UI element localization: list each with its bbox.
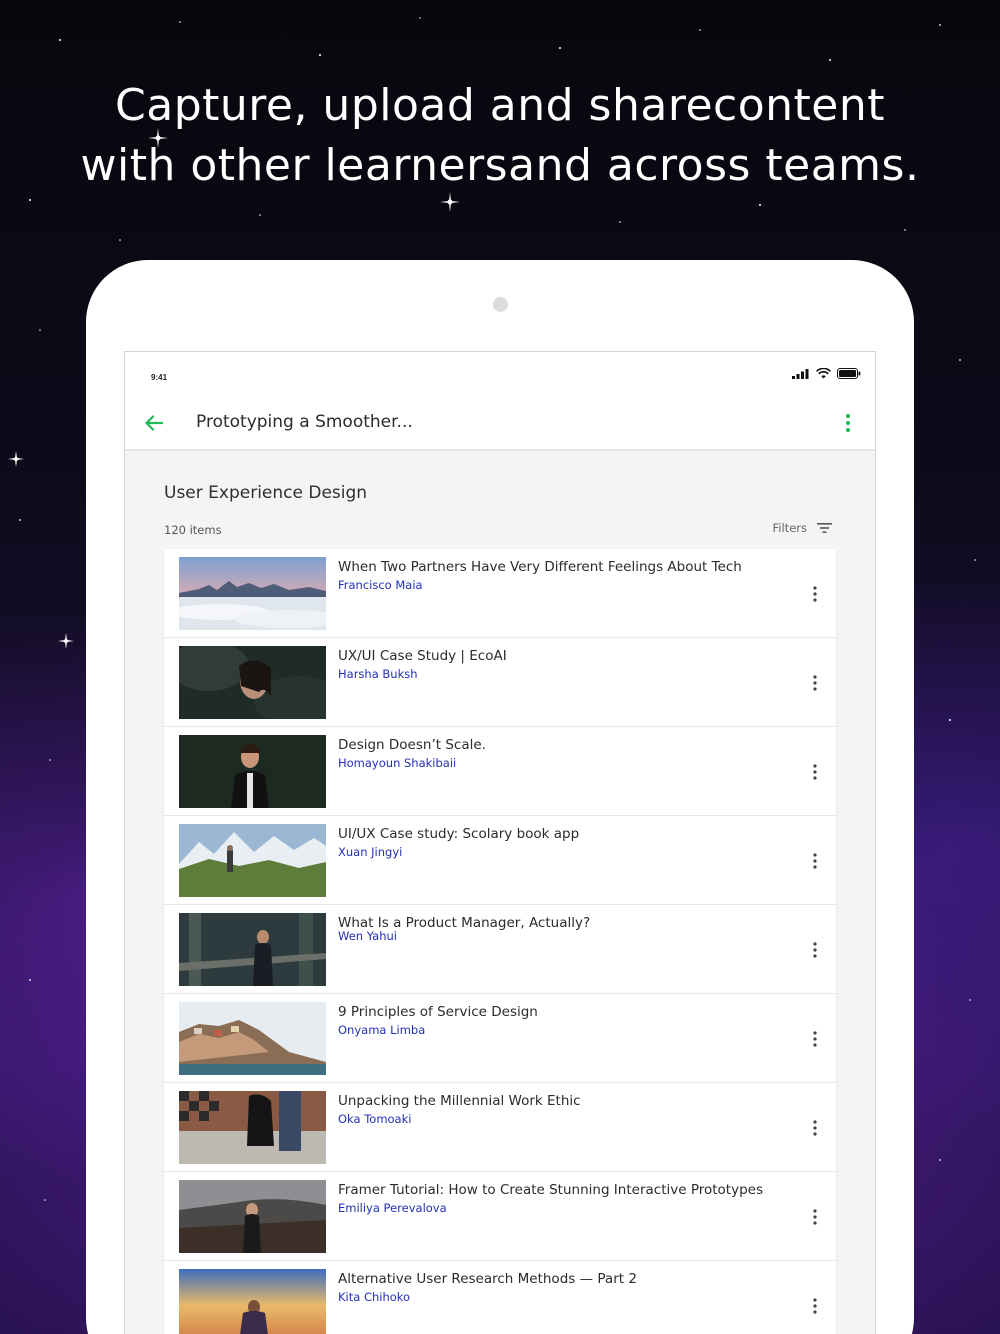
item-author[interactable]: Wen Yahui <box>338 929 397 943</box>
status-bar: 9:41 <box>125 352 875 400</box>
item-title: Alternative User Research Methods — Part… <box>338 1271 637 1287</box>
list-item[interactable]: Design Doesn’t Scale. Homayoun Shakibaii <box>164 727 836 816</box>
item-title: 9 Principles of Service Design <box>338 1004 538 1020</box>
content-list: When Two Partners Have Very Different Fe… <box>164 549 836 1334</box>
filters-label: Filters <box>772 521 807 535</box>
signal-icon <box>792 368 809 379</box>
item-title: Framer Tutorial: How to Create Stunning … <box>338 1182 763 1198</box>
tablet-frame: 9:41 Prototyping a Smoother... User Expe… <box>86 260 914 1334</box>
item-author[interactable]: Emiliya Perevalova <box>338 1201 447 1215</box>
section-title: User Experience Design <box>164 483 368 503</box>
item-thumbnail <box>179 1002 326 1075</box>
item-more-options-icon[interactable] <box>812 941 818 959</box>
item-title: UI/UX Case study: Scolary book app <box>338 826 580 842</box>
app-bar: Prototyping a Smoother... <box>125 400 875 450</box>
item-more-options-icon[interactable] <box>812 852 818 870</box>
item-thumbnail <box>179 913 326 986</box>
item-thumbnail <box>179 646 326 719</box>
page-title: Prototyping a Smoother... <box>196 412 413 432</box>
headline-line-2: with other learnersand across teams. <box>80 140 920 191</box>
item-more-options-icon[interactable] <box>812 585 818 603</box>
list-meta-row: 120 items Filters <box>164 519 836 543</box>
item-title: Unpacking the Millennial Work Ethic <box>338 1093 581 1109</box>
item-more-options-icon[interactable] <box>812 1297 818 1315</box>
item-more-options-icon[interactable] <box>812 674 818 692</box>
filter-icon <box>817 523 832 533</box>
marketing-headline: Capture, upload and sharecontent with ot… <box>0 76 1000 196</box>
item-count: 120 items <box>164 523 222 537</box>
item-more-options-icon[interactable] <box>812 1208 818 1226</box>
wifi-icon <box>816 368 831 379</box>
list-item[interactable]: Unpacking the Millennial Work Ethic Oka … <box>164 1083 836 1172</box>
item-more-options-icon[interactable] <box>812 1030 818 1048</box>
item-thumbnail <box>179 735 326 808</box>
list-item[interactable]: UI/UX Case study: Scolary book app Xuan … <box>164 816 836 905</box>
item-author[interactable]: Francisco Maia <box>338 578 423 592</box>
list-item[interactable]: Alternative User Research Methods — Part… <box>164 1261 836 1334</box>
item-more-options-icon[interactable] <box>812 763 818 781</box>
item-author[interactable]: Homayoun Shakibaii <box>338 756 456 770</box>
item-title: UX/UI Case Study | EcoAI <box>338 648 507 664</box>
list-item[interactable]: Framer Tutorial: How to Create Stunning … <box>164 1172 836 1261</box>
back-arrow-icon[interactable] <box>143 412 165 434</box>
content-area: User Experience Design 120 items Filters <box>125 483 875 1334</box>
list-item[interactable]: UX/UI Case Study | EcoAI Harsha Buksh <box>164 638 836 727</box>
item-author[interactable]: Kita Chihoko <box>338 1290 410 1304</box>
headline-line-1: Capture, upload and sharecontent <box>115 80 885 131</box>
app-screen: 9:41 Prototyping a Smoother... User Expe… <box>124 351 876 1334</box>
item-title: Design Doesn’t Scale. <box>338 737 486 753</box>
list-item[interactable]: 9 Principles of Service Design Onyama Li… <box>164 994 836 1083</box>
item-thumbnail <box>179 1269 326 1334</box>
item-thumbnail <box>179 824 326 897</box>
status-icons <box>792 368 861 379</box>
list-item[interactable]: What Is a Product Manager, Actually? Wen… <box>164 905 836 994</box>
status-time: 9:41 <box>151 373 168 382</box>
item-author[interactable]: Onyama Limba <box>338 1023 425 1037</box>
filters-button[interactable]: Filters <box>773 521 832 535</box>
list-item[interactable]: When Two Partners Have Very Different Fe… <box>164 549 836 638</box>
item-title: When Two Partners Have Very Different Fe… <box>338 559 742 575</box>
item-thumbnail <box>179 557 326 630</box>
item-author[interactable]: Xuan Jingyi <box>338 845 402 859</box>
item-author[interactable]: Oka Tomoaki <box>338 1112 411 1126</box>
item-more-options-icon[interactable] <box>812 1119 818 1137</box>
battery-icon <box>837 368 861 379</box>
item-thumbnail <box>179 1180 326 1253</box>
more-options-icon[interactable] <box>843 412 853 434</box>
item-author[interactable]: Harsha Buksh <box>338 667 418 681</box>
tablet-camera <box>493 297 508 312</box>
item-thumbnail <box>179 1091 326 1164</box>
